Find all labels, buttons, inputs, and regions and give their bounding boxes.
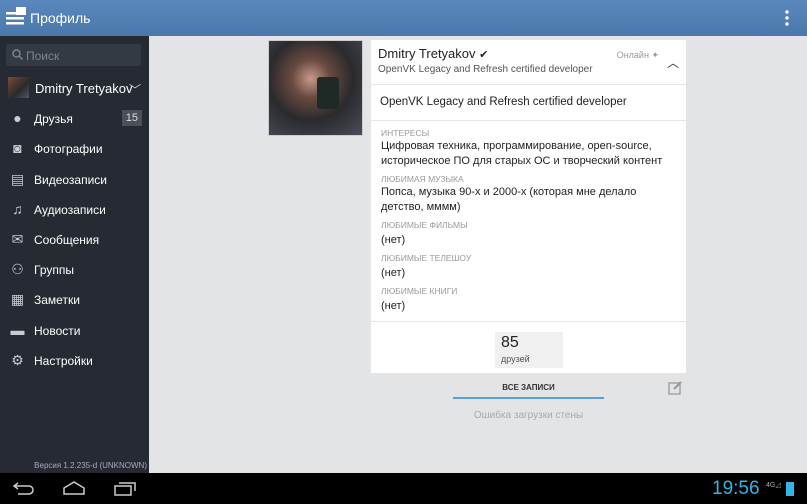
section-value: Попса, музыка 90-х и 2000-х (которая мне…	[381, 186, 637, 213]
profile-status: OpenVK Legacy and Refresh certified deve…	[378, 64, 593, 75]
tab-all-posts[interactable]: ВСЕ ЗАПИСИ	[453, 378, 604, 399]
name-text: Dmitry Tretyakov	[378, 46, 476, 61]
overflow-menu-icon[interactable]	[785, 9, 789, 27]
friends-badge: 15	[121, 110, 142, 126]
divider	[371, 321, 686, 322]
network-type: 4G	[766, 482, 776, 489]
edit-icon[interactable]	[668, 381, 682, 395]
system-nav-bar: 19:56 4G◿	[0, 473, 807, 504]
notes-icon: ▦	[10, 291, 25, 307]
drawer-menu-icon[interactable]	[6, 7, 26, 27]
sidebar-item-label: Друзья	[34, 112, 73, 126]
sidebar-item-label: Новости	[34, 324, 81, 338]
divider	[371, 84, 686, 85]
sidebar-item-label: Фотографии	[34, 142, 103, 156]
home-icon[interactable]	[62, 480, 86, 496]
profile-card: Dmitry Tretyakov ✔ OpenVK Legacy and Ref…	[371, 40, 686, 373]
film-icon: ▤	[10, 171, 25, 187]
mobile-icon: ✦	[651, 50, 659, 60]
section-value: (нет)	[381, 234, 406, 246]
section-value: (нет)	[381, 267, 406, 279]
friends-count: 85	[501, 334, 519, 351]
verified-icon: ✔	[479, 49, 489, 61]
clock: 19:56	[712, 478, 760, 499]
profile-name: Dmitry Tretyakov ✔	[378, 46, 488, 61]
sidebar-item-audio[interactable]: ♫ Аудиозаписи	[0, 195, 149, 225]
action-bar: Профиль	[0, 0, 807, 36]
collapse-chevron-icon[interactable]: ︿	[667, 54, 679, 71]
page-title: Профиль	[30, 10, 91, 26]
profile-bio: OpenVK Legacy and Refresh certified deve…	[380, 96, 627, 108]
envelope-icon: ✉	[11, 231, 24, 247]
section-value: Цифровая техника, программирование, open…	[381, 140, 663, 167]
sidebar-item-photos[interactable]: ◙ Фотографии	[0, 134, 149, 164]
chevron-down-icon[interactable]: ﹀	[129, 81, 141, 98]
section-label: ЛЮБИМЫЕ ФИЛЬМЫ	[381, 220, 468, 230]
sidebar-item-label: Видеозаписи	[34, 173, 108, 187]
sidebar-item-news[interactable]: ▬ Новости	[0, 316, 149, 346]
app-version: Версия 1.2.235-d (UNKNOWN)	[34, 461, 147, 470]
sidebar-item-label: Настройки	[34, 354, 93, 368]
search-input[interactable]: Поиск	[6, 44, 141, 66]
sidebar-item-label: Заметки	[34, 293, 80, 307]
sidebar-profile[interactable]: Dmitry Tretyakov ﹀	[8, 77, 149, 99]
camera-icon: ◙	[13, 140, 22, 156]
sidebar-item-groups[interactable]: ⚇ Группы	[0, 255, 149, 285]
sidebar-item-settings[interactable]: ⚙ Настройки	[0, 346, 149, 376]
sidebar-item-label: Сообщения	[34, 233, 100, 247]
gear-icon: ⚙	[11, 352, 24, 368]
online-status: Онлайн ✦	[617, 50, 659, 61]
divider	[371, 120, 686, 121]
online-text: Онлайн	[616, 50, 649, 60]
sidebar: Поиск Dmitry Tretyakov ﹀ ● Друзья 15 ◙ Фото…	[0, 36, 149, 473]
group-icon: ⚇	[11, 261, 24, 277]
friends-label: друзей	[501, 354, 530, 364]
avatar	[8, 77, 29, 98]
wall-error: Ошибка загрузки стены	[473, 410, 584, 421]
search-icon	[12, 49, 23, 60]
sidebar-item-notes[interactable]: ▦ Заметки	[0, 285, 149, 315]
friends-counter[interactable]: 85 друзей	[495, 332, 563, 368]
section-value: (нет)	[381, 300, 406, 312]
signal-icon: 4G◿	[766, 482, 781, 489]
sidebar-item-videos[interactable]: ▤ Видеозаписи	[0, 165, 149, 195]
sidebar-item-label: Аудиозаписи	[34, 203, 106, 217]
music-icon: ♫	[12, 201, 23, 217]
section-label: ИНТЕРЕСЫ	[381, 128, 430, 138]
photo-detail	[317, 77, 339, 109]
section-label: ЛЮБИМЫЕ КНИГИ	[381, 286, 458, 296]
sidebar-item-friends[interactable]: ● Друзья 15	[0, 104, 149, 134]
sidebar-item-label: Группы	[34, 263, 74, 277]
sidebar-item-messages[interactable]: ✉ Сообщения	[0, 225, 149, 255]
section-label: ЛЮБИМАЯ МУЗЫКА	[381, 174, 464, 184]
recent-apps-icon[interactable]	[114, 480, 136, 496]
user-name: Dmitry Tretyakov	[35, 81, 133, 96]
battery-icon	[786, 482, 794, 496]
search-placeholder: Поиск	[26, 49, 60, 63]
back-icon[interactable]	[12, 480, 36, 496]
profile-photo[interactable]	[268, 40, 363, 136]
news-icon: ▬	[10, 322, 25, 338]
section-label: ЛЮБИМЫЕ ТЕЛЕШОУ	[381, 253, 472, 263]
person-icon: ●	[13, 110, 22, 126]
